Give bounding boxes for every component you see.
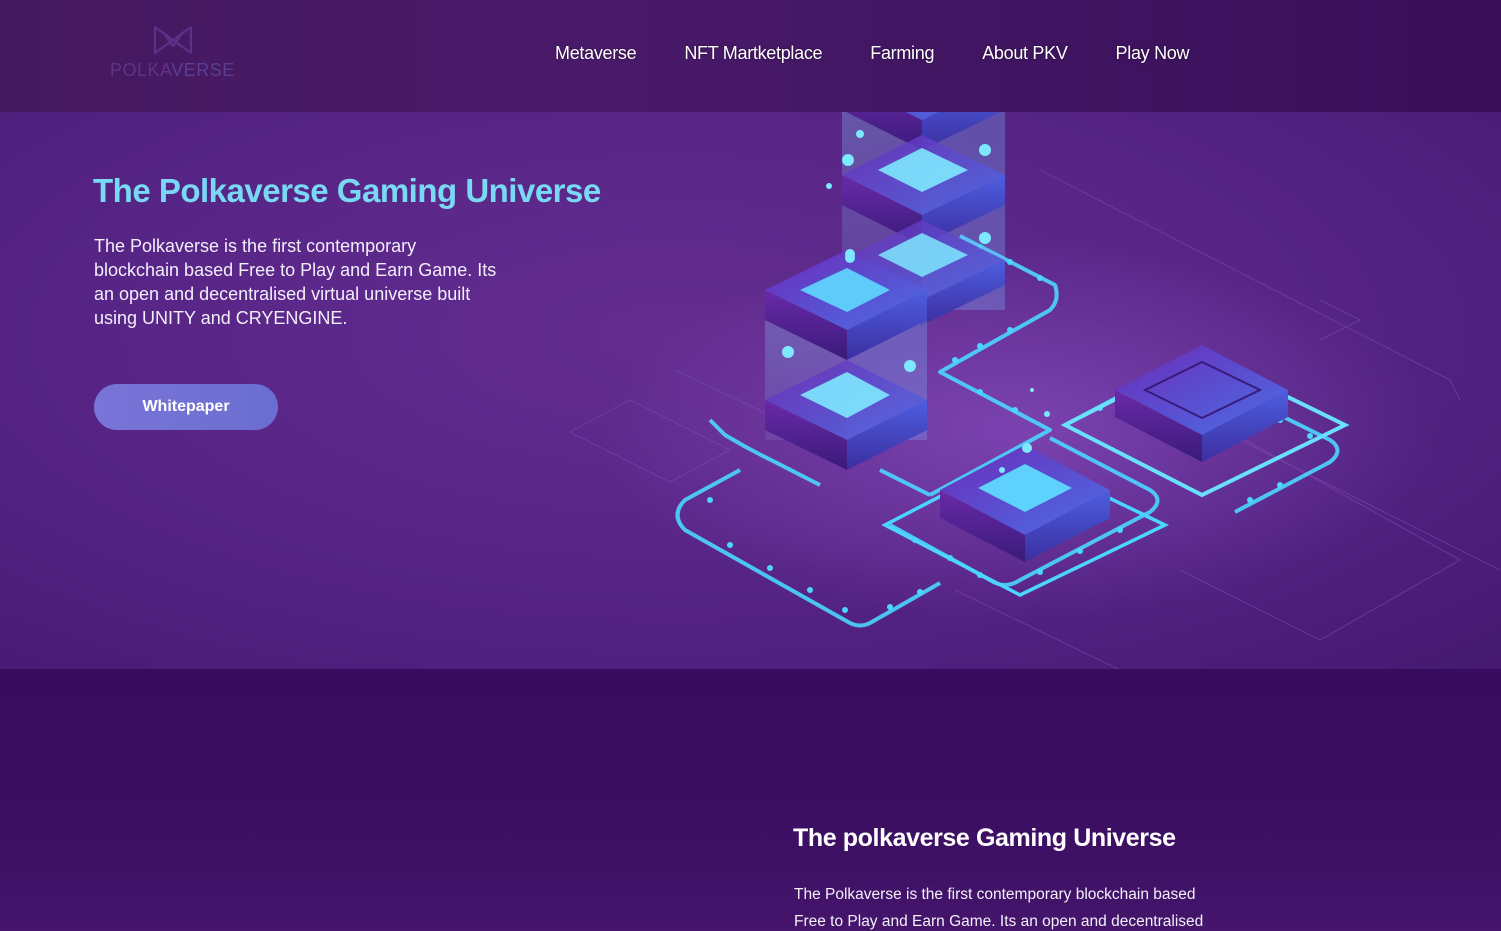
logo-wordmark: POLKAVERSE bbox=[110, 60, 235, 80]
hero-description: The Polkaverse is the first contemporary… bbox=[94, 236, 497, 328]
about-section: The polkaverse Gaming Universe The Polka… bbox=[0, 669, 1501, 931]
nav-item-nft-marketplace[interactable]: NFT Martketplace bbox=[684, 43, 822, 64]
server-tower-short bbox=[765, 250, 927, 470]
nav-item-about-pkv[interactable]: About PKV bbox=[982, 43, 1068, 64]
isometric-blockchain-servers-illustration bbox=[568, 112, 1501, 669]
section-title: The polkaverse Gaming Universe bbox=[793, 824, 1176, 852]
polkaverse-logo-icon bbox=[153, 26, 193, 55]
nav-item-play-now[interactable]: Play Now bbox=[1116, 43, 1190, 64]
main-nav: Metaverse NFT Martketplace Farming About… bbox=[555, 43, 1189, 64]
hero-section: The Polkaverse Gaming Universe The Polka… bbox=[0, 112, 1501, 669]
nav-item-metaverse[interactable]: Metaverse bbox=[555, 43, 637, 64]
site-header: POLKAVERSE Metaverse NFT Martketplace Fa… bbox=[0, 0, 1501, 112]
nav-item-farming[interactable]: Farming bbox=[870, 43, 934, 64]
whitepaper-button[interactable]: Whitepaper bbox=[94, 384, 278, 430]
hero-title: The Polkaverse Gaming Universe bbox=[93, 172, 601, 209]
brand-logo[interactable]: POLKAVERSE bbox=[110, 24, 240, 84]
section-description: The Polkaverse is the first contemporary… bbox=[794, 886, 1204, 930]
